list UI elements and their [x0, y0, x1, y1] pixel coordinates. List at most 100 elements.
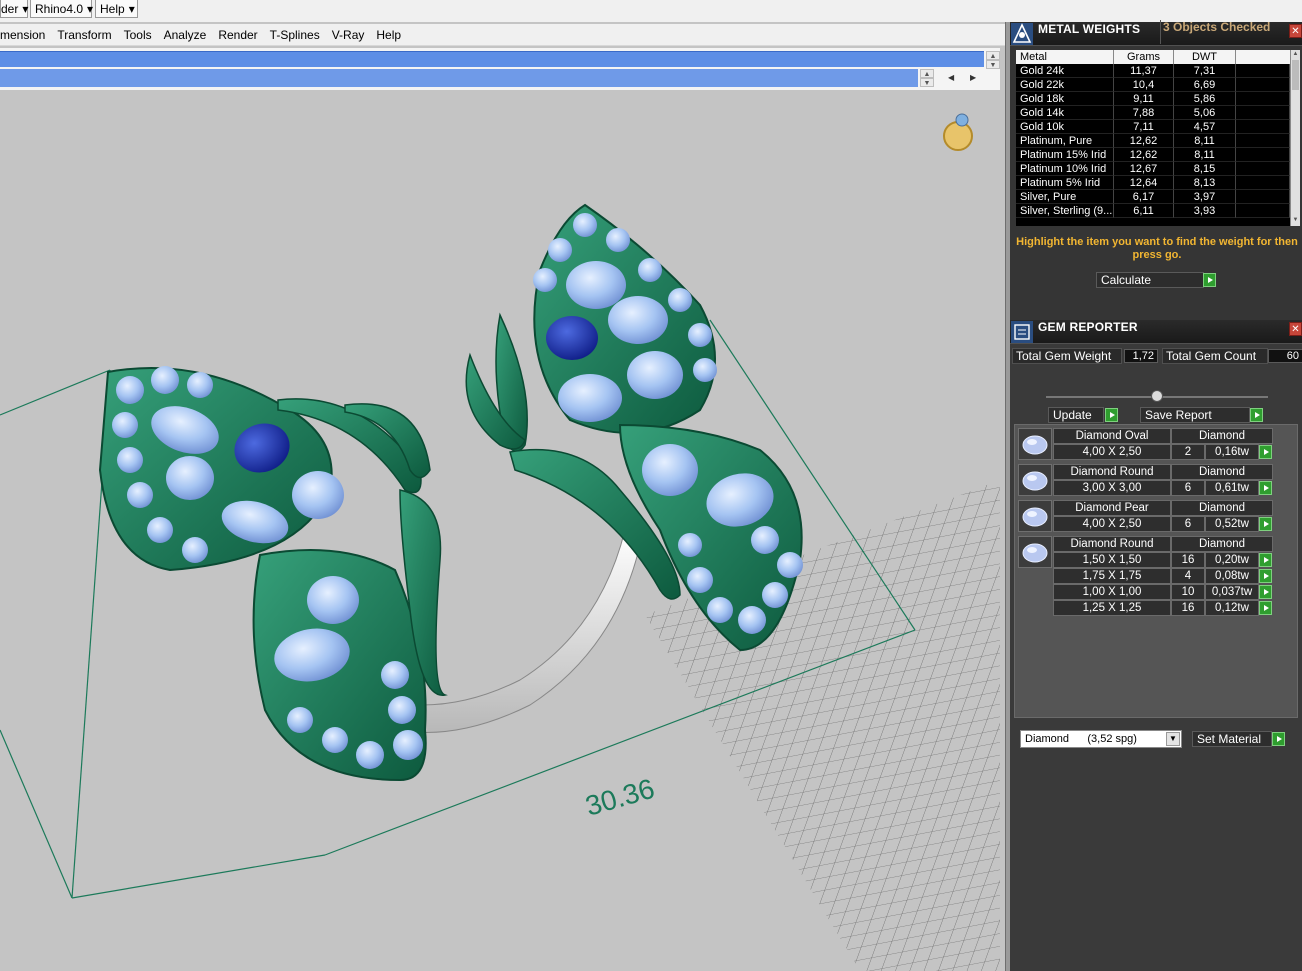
slider-knob[interactable]: [1151, 390, 1163, 402]
gem-select-button[interactable]: [1259, 553, 1272, 567]
table-cell: 12,67: [1114, 162, 1174, 176]
history-scroll-up-button[interactable]: ▲: [986, 51, 1000, 60]
menu-analyze[interactable]: Analyze: [158, 28, 213, 42]
table-row[interactable]: Silver, Pure 6,17 3,97: [1016, 190, 1290, 204]
set-material-button[interactable]: Set Material: [1192, 731, 1272, 747]
save-report-button[interactable]: Save Report: [1140, 407, 1250, 423]
table-cell: Platinum 5% Irid: [1016, 176, 1114, 190]
top-menu-label: Help: [100, 1, 125, 16]
gem-select-button[interactable]: [1259, 445, 1272, 459]
menu-dimension[interactable]: mension: [0, 28, 51, 42]
arrow-left-icon[interactable]: ◀: [948, 73, 954, 82]
scroll-thumb[interactable]: [1292, 60, 1299, 90]
metal-table-scrollbar[interactable]: ▲ ▼: [1290, 50, 1300, 226]
gem-size-cell: 1,75 X 1,75: [1053, 568, 1171, 584]
scroll-up-icon[interactable]: ▲: [1291, 50, 1300, 59]
column-header[interactable]: Metal: [1016, 50, 1114, 64]
table-row[interactable]: Gold 18k 9,11 5,86: [1016, 92, 1290, 106]
top-menu-render[interactable]: der ▾: [0, 0, 28, 18]
calculate-button[interactable]: Calculate: [1096, 272, 1204, 288]
chevron-down-icon: ▾: [22, 1, 29, 16]
table-cell: Silver, Pure: [1016, 190, 1114, 204]
table-cell: Gold 22k: [1016, 78, 1114, 92]
material-select[interactable]: Diamond (3,52 spg) ▼: [1020, 730, 1182, 748]
gem-size-cell: 4,00 X 2,50: [1053, 516, 1171, 532]
menu-transform[interactable]: Transform: [51, 28, 117, 42]
top-menu-help[interactable]: Help ▾: [95, 0, 138, 18]
gem-size-cell: 3,00 X 3,00: [1053, 480, 1171, 496]
table-row[interactable]: Gold 24k 11,37 7,31: [1016, 64, 1290, 78]
menu-render[interactable]: Render: [212, 28, 263, 42]
column-header[interactable]: Grams: [1114, 50, 1174, 64]
calculate-go-button[interactable]: [1203, 273, 1216, 287]
table-cell-empty: [1236, 92, 1290, 106]
gem-count-cell: 4: [1171, 568, 1205, 584]
menu-help[interactable]: Help: [370, 28, 407, 42]
gem-count-cell: 16: [1171, 600, 1205, 616]
perspective-viewport[interactable]: 30.36: [0, 90, 1005, 971]
chevron-down-icon: ▾: [87, 1, 94, 16]
prompt-down-button[interactable]: ▼: [920, 78, 934, 87]
table-row[interactable]: Platinum, Pure 12,62 8,11: [1016, 134, 1290, 148]
gem-size-cell: 1,25 X 1,25: [1053, 600, 1171, 616]
set-material-go-button[interactable]: [1272, 732, 1285, 746]
table-header: Metal Grams DWT: [1016, 50, 1290, 64]
gem-count-cell: 6: [1171, 480, 1205, 496]
table-row[interactable]: Platinum 5% Irid 12,64 8,13: [1016, 176, 1290, 190]
gem-select-button[interactable]: [1259, 601, 1272, 615]
gem-select-button[interactable]: [1259, 481, 1272, 495]
total-gem-count-value: 60: [1268, 349, 1302, 363]
table-cell-empty: [1236, 106, 1290, 120]
gem-list: Diamond Oval Diamond 4,00 X 2,50 2 0,16tw Dia…: [1014, 424, 1298, 718]
table-cell: 7,11: [1114, 120, 1174, 134]
column-header[interactable]: DWT: [1174, 50, 1236, 64]
gem-size-cell: 4,00 X 2,50: [1053, 444, 1171, 460]
save-report-go-button[interactable]: [1250, 408, 1263, 422]
table-cell: Silver, Sterling (9...: [1016, 204, 1114, 218]
table-row[interactable]: Platinum 15% Irid 12,62 8,11: [1016, 148, 1290, 162]
gem-count-cell: 6: [1171, 516, 1205, 532]
view-cube-icon[interactable]: [943, 113, 973, 151]
update-go-button[interactable]: [1105, 408, 1118, 422]
table-cell-empty: [1236, 204, 1290, 218]
top-toolbar: der ▾ Rhino4.0 ▾ Help ▾: [0, 0, 1302, 22]
table-row[interactable]: Platinum 10% Irid 12,67 8,15: [1016, 162, 1290, 176]
gem-size-cell: 1,00 X 1,00: [1053, 584, 1171, 600]
total-gem-count-label: Total Gem Count: [1162, 348, 1268, 364]
gem-shape-label: Diamond Round: [1053, 464, 1171, 480]
table-cell: Platinum, Pure: [1016, 134, 1114, 148]
table-cell: 8,13: [1174, 176, 1236, 190]
gem-select-button[interactable]: [1259, 569, 1272, 583]
gem-select-button[interactable]: [1259, 585, 1272, 599]
table-cell: 7,31: [1174, 64, 1236, 78]
command-prompt-input[interactable]: [0, 69, 918, 87]
gem-select-button[interactable]: [1259, 517, 1272, 531]
close-icon[interactable]: ✕: [1289, 24, 1302, 38]
menu-vray[interactable]: V-Ray: [326, 28, 371, 42]
command-area: ▲ ▼ ▲ ▼ ◀ ▶: [0, 48, 1000, 90]
app-window: der ▾ Rhino4.0 ▾ Help ▾ mension Transform T…: [0, 0, 1302, 971]
table-cell: 10,4: [1114, 78, 1174, 92]
gem-thumbnail-icon: [1018, 536, 1052, 568]
arrow-right-icon[interactable]: ▶: [970, 73, 976, 82]
table-row[interactable]: Gold 10k 7,11 4,57: [1016, 120, 1290, 134]
table-row[interactable]: Silver, Sterling (9... 6,11 3,93: [1016, 204, 1290, 218]
menu-tsplines[interactable]: T-Splines: [264, 28, 326, 42]
metal-weights-title: METAL WEIGHTS: [1038, 22, 1141, 36]
gem-weight-cell: 0,16tw: [1205, 444, 1259, 460]
update-button[interactable]: Update: [1048, 407, 1104, 423]
menu-tools[interactable]: Tools: [118, 28, 158, 42]
close-icon[interactable]: ✕: [1289, 322, 1302, 336]
prompt-up-button[interactable]: ▲: [920, 69, 934, 78]
ring-render: [0, 113, 1000, 971]
table-cell: 5,06: [1174, 106, 1236, 120]
objects-checked-label: 3 Objects Checked: [1160, 20, 1288, 44]
top-menu-rhino[interactable]: Rhino4.0 ▾: [30, 0, 94, 18]
table-row[interactable]: Gold 14k 7,88 5,06: [1016, 106, 1290, 120]
scroll-down-icon[interactable]: ▼: [1291, 216, 1300, 225]
history-scroll-down-button[interactable]: ▼: [986, 60, 1000, 69]
table-cell-empty: [1236, 120, 1290, 134]
gem-weight-cell: 0,12tw: [1205, 600, 1259, 616]
table-row[interactable]: Gold 22k 10,4 6,69: [1016, 78, 1290, 92]
chevron-down-icon[interactable]: ▼: [1166, 732, 1180, 746]
